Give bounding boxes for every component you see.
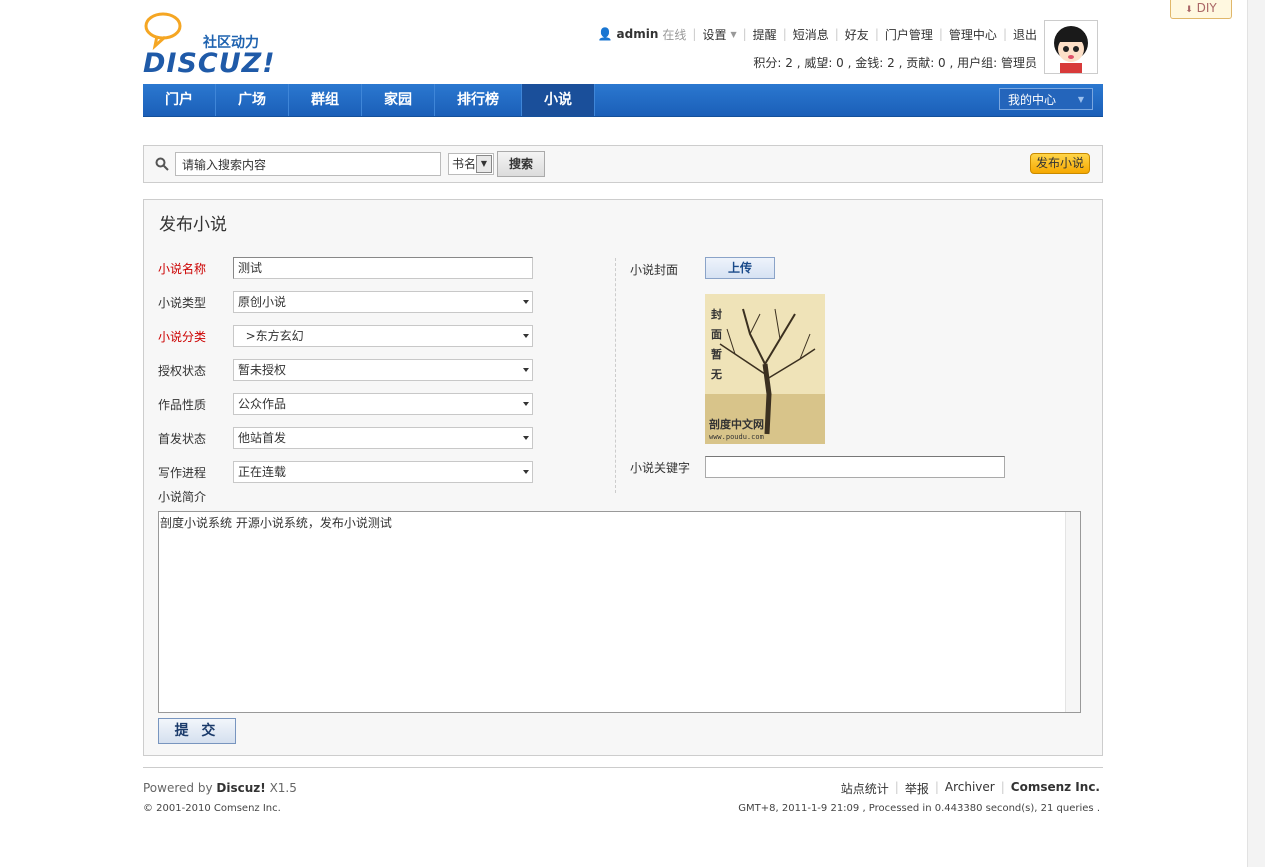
footer-divider	[143, 767, 1103, 768]
company-link[interactable]: Comsenz Inc.	[1011, 780, 1100, 797]
cover-text-4: 无	[710, 368, 722, 381]
nav-item-square[interactable]: 广场	[216, 84, 289, 116]
search-type-value: 书名	[452, 157, 477, 171]
diy-button[interactable]: ⬇ DIY	[1170, 0, 1232, 19]
powered-version: X1.5	[269, 781, 297, 795]
novel-category-select[interactable]: >东方玄幻	[233, 325, 533, 347]
chevron-down-icon: ▼	[1077, 95, 1084, 104]
logo[interactable]: 社区动力 DISCUZ!	[143, 12, 283, 79]
reminders-link[interactable]: 提醒	[753, 26, 777, 43]
nav-item-home[interactable]: 家园	[362, 84, 435, 116]
footer-links: 站点统计 | 举报 | Archiver | Comsenz Inc.	[840, 780, 1100, 797]
admin-center-link[interactable]: 管理中心	[949, 26, 997, 43]
chevron-down-icon	[523, 470, 529, 474]
publish-form: 发布小说 小说名称 测试 小说类型 原创小说 小说分类 >东方玄幻 授权状态 暂…	[143, 199, 1103, 756]
first-publish-value: 他站首发	[238, 431, 287, 445]
archiver-link[interactable]: Archiver	[945, 780, 995, 797]
cover-url-text: www.poudu.com	[709, 433, 764, 441]
chevron-down-icon: ▼	[730, 29, 737, 39]
logout-link[interactable]: 退出	[1013, 26, 1037, 43]
debug-info: GMT+8, 2011-1-9 21:09 , Processed in 0.4…	[738, 803, 1100, 814]
chevron-down-icon	[523, 368, 529, 372]
chevron-down-icon: ▼	[476, 155, 492, 173]
intro-scrollbar[interactable]	[1065, 512, 1080, 712]
intro-textarea[interactable]: 剖度小说系统 开源小说系统，发布小说测试	[158, 511, 1081, 713]
keyword-input[interactable]	[705, 456, 1005, 478]
settings-link[interactable]: 设置	[702, 26, 726, 43]
tree-cover-icon: 封 面 暂 无 剖度中文网 www.poudu.com	[705, 294, 825, 444]
username-link[interactable]: admin	[617, 27, 659, 41]
chevron-down-icon	[523, 436, 529, 440]
search-bar: 请输入搜索内容 书名 ▼ 搜索 发布小说	[143, 145, 1103, 183]
user-stats: 积分: 2 , 威望: 0 , 金钱: 2 , 贡献: 0 , 用户组: 管理员	[753, 56, 1037, 70]
writing-progress-label: 写作进程	[158, 466, 207, 480]
avatar[interactable]	[1044, 20, 1098, 74]
search-type-select[interactable]: 书名 ▼	[448, 153, 494, 175]
license-status-label: 授权状态	[158, 364, 207, 378]
license-status-value: 暂未授权	[238, 363, 287, 377]
search-icon	[155, 157, 169, 171]
my-center-label: 我的中心	[1008, 93, 1057, 107]
first-publish-select[interactable]: 他站首发	[233, 427, 533, 449]
novel-category-value: >东方玄幻	[238, 329, 304, 343]
intro-label: 小说简介	[158, 490, 207, 504]
copyright: © 2001-2010 Comsenz Inc.	[143, 803, 281, 814]
novel-type-select[interactable]: 原创小说	[233, 291, 533, 313]
powered-prefix: Powered by	[143, 781, 213, 795]
page-scrollbar[interactable]	[1247, 0, 1265, 867]
cover-label: 小说封面	[630, 263, 679, 277]
nav-item-ranking[interactable]: 排行榜	[435, 84, 522, 116]
work-nature-value: 公众作品	[238, 397, 287, 411]
down-arrow-icon: ⬇	[1185, 5, 1193, 15]
main-nav: 门户 广场 群组 家园 排行榜 小说 我的中心 ▼	[143, 84, 1103, 117]
writing-progress-select[interactable]: 正在连载	[233, 461, 533, 483]
search-input[interactable]: 请输入搜索内容	[175, 152, 441, 176]
cover-text-2: 面	[711, 328, 722, 341]
upload-cover-button[interactable]: 上传	[705, 257, 775, 279]
submit-button[interactable]: 提 交	[158, 718, 236, 744]
cover-text-1: 封	[711, 307, 722, 321]
page-title: 发布小说	[159, 215, 227, 235]
license-status-select[interactable]: 暂未授权	[233, 359, 533, 381]
novel-type-label: 小说类型	[158, 296, 207, 310]
cover-image: 封 面 暂 无 剖度中文网 www.poudu.com	[705, 294, 825, 444]
novel-type-value: 原创小说	[238, 295, 287, 309]
my-center-dropdown[interactable]: 我的中心 ▼	[999, 88, 1093, 110]
column-divider	[615, 258, 616, 493]
friends-link[interactable]: 好友	[845, 26, 869, 43]
user-nav: 👤 admin 在线 | 设置 ▼ | 提醒 | 短消息 | 好友 | 门户管理…	[597, 26, 1037, 43]
report-link[interactable]: 举报	[905, 780, 929, 797]
publish-novel-button[interactable]: 发布小说	[1030, 153, 1090, 174]
nav-item-portal[interactable]: 门户	[143, 84, 216, 116]
novel-name-label: 小说名称	[158, 262, 207, 276]
work-nature-label: 作品性质	[158, 398, 207, 412]
search-button[interactable]: 搜索	[497, 151, 545, 177]
novel-category-label: 小说分类	[158, 330, 207, 344]
novel-name-input[interactable]: 测试	[233, 257, 533, 279]
portal-admin-link[interactable]: 门户管理	[885, 26, 933, 43]
cover-text-3: 暂	[711, 347, 722, 361]
chevron-down-icon	[523, 402, 529, 406]
intro-text: 剖度小说系统 开源小说系统，发布小说测试	[160, 516, 392, 530]
site-stats-link[interactable]: 站点统计	[841, 780, 889, 797]
user-icon: 👤	[597, 27, 613, 41]
nav-item-novel[interactable]: 小说	[522, 84, 595, 116]
powered-brand-link[interactable]: Discuz!	[216, 781, 265, 795]
chevron-down-icon	[523, 300, 529, 304]
chevron-down-icon	[523, 334, 529, 338]
keyword-label: 小说关键字	[630, 461, 691, 475]
messages-link[interactable]: 短消息	[793, 26, 829, 43]
online-status: 在线	[662, 27, 687, 42]
writing-progress-value: 正在连载	[238, 465, 287, 479]
avatar-icon	[1045, 21, 1097, 73]
cover-site-text: 剖度中文网	[709, 417, 764, 431]
nav-item-groups[interactable]: 群组	[289, 84, 362, 116]
diy-label: DIY	[1196, 1, 1217, 15]
work-nature-select[interactable]: 公众作品	[233, 393, 533, 415]
logo-text: DISCUZ!	[143, 48, 276, 79]
first-publish-label: 首发状态	[158, 432, 207, 446]
powered-by: Powered by Discuz! X1.5	[143, 781, 297, 795]
